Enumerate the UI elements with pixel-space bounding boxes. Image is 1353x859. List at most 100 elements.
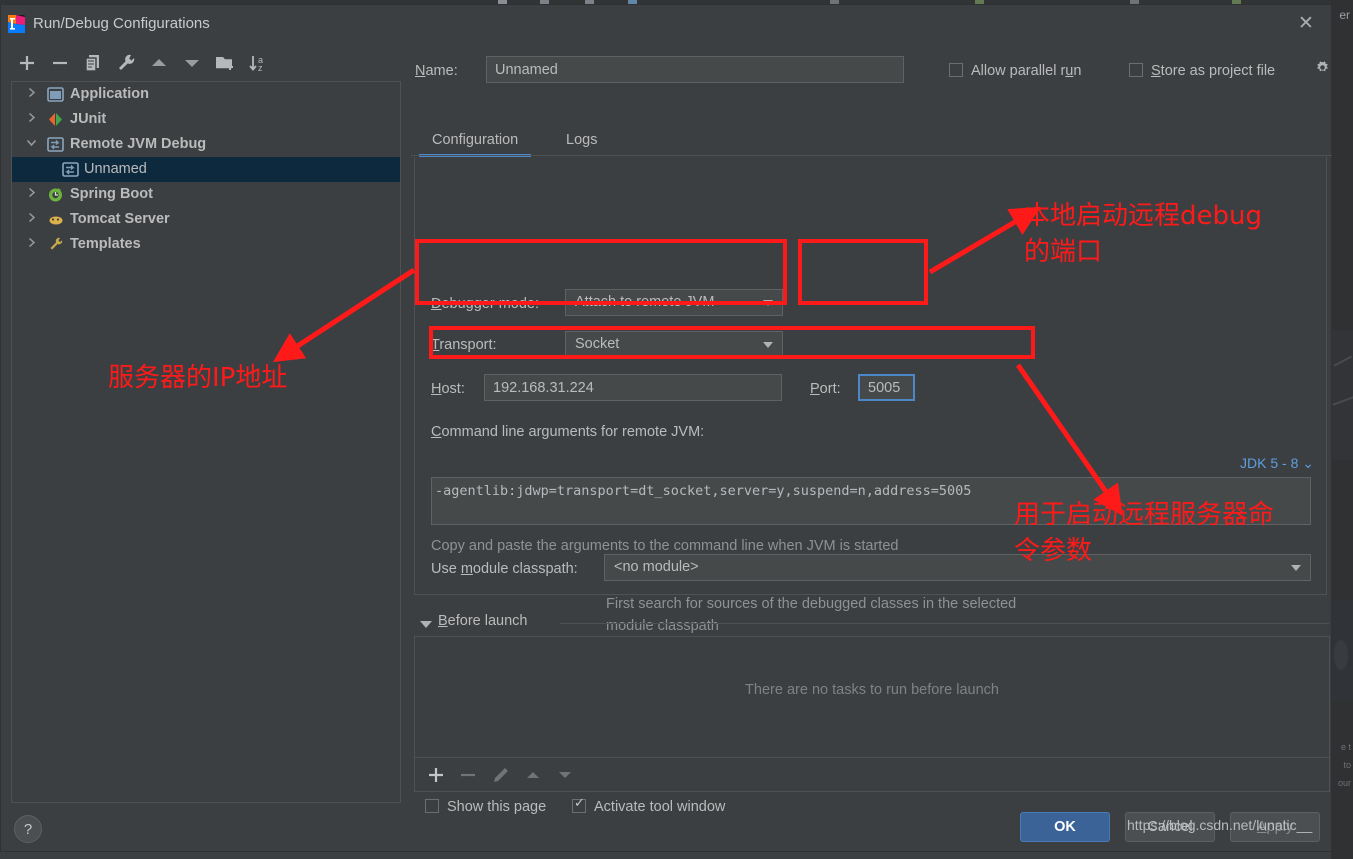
chevron-right-icon[interactable] bbox=[24, 107, 38, 132]
cmd-args-label-rest: ommand line arguments for remote JVM: bbox=[441, 424, 705, 440]
configurations-left-panel: a z Application JUnit Remote JVM Debug Unna… bbox=[1, 43, 411, 853]
before-launch-mnemonic: B bbox=[438, 613, 448, 629]
wrench-icon[interactable] bbox=[113, 50, 139, 76]
run-debug-configurations-dialog: Run/Debug Configurations ✕ a z Applicati… bbox=[0, 4, 1332, 852]
before-launch-task-list[interactable]: There are no tasks to run before launch bbox=[414, 636, 1330, 758]
add-task-button[interactable] bbox=[425, 764, 447, 786]
show-this-page-checkbox[interactable] bbox=[425, 799, 439, 813]
allow-parallel-run-checkbox[interactable] bbox=[949, 63, 963, 77]
host-input[interactable] bbox=[484, 374, 782, 401]
folder-add-icon[interactable] bbox=[212, 50, 238, 76]
help-button[interactable]: ? bbox=[14, 815, 42, 843]
module-classpath-combo[interactable]: <no module> bbox=[604, 554, 1311, 581]
host-label: Host: bbox=[431, 381, 465, 397]
chevron-down-icon[interactable] bbox=[24, 132, 38, 157]
chevron-down-icon bbox=[763, 300, 773, 306]
copy-configuration-button[interactable] bbox=[80, 50, 106, 76]
tree-item-spring-boot[interactable]: Spring Boot bbox=[12, 182, 400, 207]
tab-configuration[interactable]: Configuration bbox=[418, 125, 532, 157]
tree-item-remote-jvm-debug[interactable]: Remote JVM Debug bbox=[12, 132, 400, 157]
name-input[interactable] bbox=[486, 56, 904, 83]
chevron-right-icon[interactable] bbox=[24, 182, 38, 207]
allow-parallel-run-row[interactable]: Allow parallel run bbox=[949, 63, 1081, 79]
transport-combo[interactable]: Socket bbox=[565, 331, 783, 358]
module-classpath-label-a: Use bbox=[431, 561, 461, 577]
close-icon[interactable]: ✕ bbox=[1295, 13, 1317, 35]
chevron-right-icon[interactable] bbox=[24, 232, 38, 257]
gear-icon[interactable] bbox=[1315, 60, 1330, 75]
tree-item-label: Tomcat Server bbox=[70, 211, 170, 227]
debugger-mode-label-rest: ebugger mode: bbox=[441, 296, 540, 312]
move-up-button[interactable] bbox=[146, 50, 172, 76]
wrench-icon bbox=[47, 236, 64, 253]
tabs-underline bbox=[411, 155, 1332, 156]
port-label: Port: bbox=[810, 381, 841, 397]
activate-tool-window-row[interactable]: Activate tool window bbox=[572, 796, 725, 815]
tree-item-tomcat-server[interactable]: Tomcat Server bbox=[12, 207, 400, 232]
jdk-version-selector[interactable]: JDK 5 - 8 ⌄ bbox=[1240, 455, 1314, 472]
transport-label-rest: ransport: bbox=[439, 337, 497, 353]
store-as-project-file-row[interactable]: Store as project file bbox=[1129, 63, 1275, 79]
tree-item-application[interactable]: Application bbox=[12, 82, 400, 107]
copy-args-hint: Copy and paste the arguments to the comm… bbox=[431, 538, 899, 554]
application-icon bbox=[47, 86, 64, 103]
activate-tool-window-checkbox[interactable] bbox=[572, 796, 586, 813]
cmd-args-field[interactable]: -agentlib:jdwp=transport=dt_socket,serve… bbox=[431, 477, 1311, 525]
sort-az-icon[interactable]: a z bbox=[245, 50, 271, 76]
show-this-page-row[interactable]: Show this page bbox=[425, 799, 546, 815]
store-as-project-file-label: tore as project file bbox=[1160, 63, 1276, 79]
tree-item-junit[interactable]: JUnit bbox=[12, 107, 400, 132]
remote-jvm-icon bbox=[62, 161, 79, 178]
tree-item-templates[interactable]: Templates bbox=[12, 232, 400, 257]
debugger-mode-value: Attach to remote JVM bbox=[575, 294, 715, 310]
move-task-up-button bbox=[522, 764, 544, 786]
configuration-editor-panel: Name: Allow parallel run Store as projec… bbox=[411, 43, 1332, 853]
chevron-down-icon bbox=[1291, 565, 1301, 571]
allow-parallel-run-label-a: Allow parallel r bbox=[971, 63, 1066, 79]
tree-item-label: JUnit bbox=[70, 111, 107, 127]
before-launch-collapse-toggle[interactable] bbox=[420, 621, 432, 628]
move-task-down-button bbox=[554, 764, 576, 786]
transport-label: Transport: bbox=[431, 337, 497, 353]
chevron-down-icon bbox=[763, 342, 773, 348]
ok-button[interactable]: OK bbox=[1020, 812, 1110, 842]
chevron-right-icon[interactable] bbox=[24, 207, 38, 232]
jdk-version-label: JDK 5 - 8 bbox=[1240, 455, 1299, 471]
host-label-rest: ost: bbox=[441, 381, 465, 397]
junit-icon bbox=[47, 111, 64, 128]
editor-tabs: Configuration Logs bbox=[411, 125, 1332, 157]
module-classpath-label-b: odule classpath: bbox=[472, 561, 578, 577]
tree-item-label: Application bbox=[70, 86, 149, 102]
debugger-mode-combo[interactable]: Attach to remote JVM bbox=[565, 289, 783, 316]
tree-item-label: Spring Boot bbox=[70, 186, 153, 202]
spring-boot-icon bbox=[47, 186, 64, 203]
move-down-button[interactable] bbox=[179, 50, 205, 76]
module-hint-line-1: First search for sources of the debugged… bbox=[606, 596, 1017, 612]
tree-item-label: Templates bbox=[70, 236, 141, 252]
chevron-down-icon: ⌄ bbox=[1302, 455, 1314, 471]
store-as-project-file-mnemonic: S bbox=[1151, 63, 1161, 79]
background-editor-strip: e t to our bbox=[1331, 0, 1353, 859]
intellij-idea-icon bbox=[8, 15, 25, 33]
tab-logs[interactable]: Logs bbox=[566, 125, 597, 155]
add-configuration-button[interactable] bbox=[14, 50, 40, 76]
before-launch-divider bbox=[560, 623, 1329, 624]
module-classpath-label: Use module classpath: bbox=[431, 561, 578, 577]
before-launch-toolbar bbox=[414, 758, 1330, 792]
module-classpath-value: <no module> bbox=[614, 559, 699, 575]
before-launch-empty-message: There are no tasks to run before launch bbox=[745, 682, 999, 698]
configurations-tree[interactable]: Application JUnit Remote JVM Debug Unnamed S… bbox=[11, 81, 401, 803]
tree-item-unnamed[interactable]: Unnamed bbox=[12, 157, 400, 182]
tomcat-icon bbox=[47, 211, 64, 228]
remote-jvm-icon bbox=[47, 136, 64, 153]
remove-configuration-button[interactable] bbox=[47, 50, 73, 76]
name-label-rest: ame: bbox=[425, 63, 458, 79]
svg-text:z: z bbox=[258, 63, 263, 73]
module-classpath-mnemonic: m bbox=[460, 561, 473, 577]
chevron-right-icon[interactable] bbox=[24, 82, 38, 107]
port-label-rest: ort: bbox=[819, 381, 841, 397]
port-input[interactable] bbox=[858, 374, 915, 401]
cmd-args-label: Command line arguments for remote JVM: bbox=[431, 424, 704, 440]
store-as-project-file-checkbox[interactable] bbox=[1129, 63, 1143, 77]
name-label: Name: bbox=[415, 63, 458, 79]
